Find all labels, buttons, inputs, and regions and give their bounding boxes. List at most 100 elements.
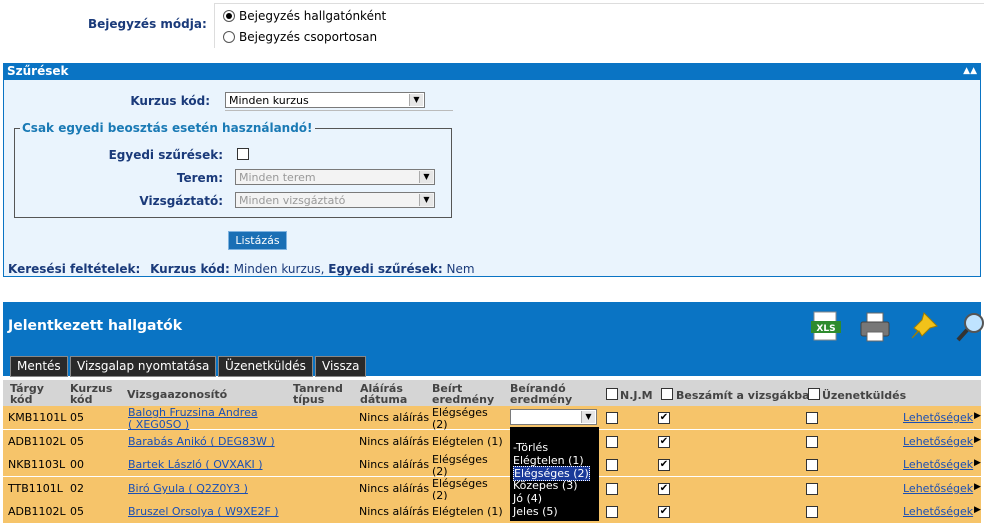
- chevron-down-icon[interactable]: ▼: [419, 171, 433, 183]
- course-select-value: Minden kurzus: [229, 94, 309, 107]
- custom-filter-label: Egyedi szűrések:: [108, 148, 223, 162]
- njm-checkbox[interactable]: [606, 459, 618, 471]
- cell-subject: ADB1102L: [8, 505, 66, 518]
- play-right-icon[interactable]: ▶: [974, 505, 981, 515]
- th-course: Kurzus kód: [70, 382, 113, 406]
- cell-subject: KMB1101L: [8, 411, 67, 424]
- th-count-in-exams: Beszámít a vizsgákba: [676, 389, 810, 402]
- count-all-checkbox[interactable]: [661, 388, 673, 400]
- radio-group[interactable]: [223, 31, 235, 43]
- fieldset-legend: Csak egyedi beosztás esetén használandó!: [20, 121, 315, 135]
- custom-filter-checkbox[interactable]: [237, 148, 249, 160]
- message-checkbox[interactable]: [806, 483, 818, 495]
- message-checkbox[interactable]: [806, 436, 818, 448]
- student-link[interactable]: Barabás Anikó ( DEG83W ): [128, 435, 275, 448]
- th-njm: N.J.M: [620, 389, 653, 402]
- play-right-icon[interactable]: ▶: [974, 482, 981, 492]
- grid-title: Jelentkezett hallgatók: [8, 318, 183, 334]
- criteria-course-label: Kurzus kód:: [150, 262, 230, 276]
- chevron-down-icon[interactable]: ▼: [419, 194, 433, 206]
- count-checkbox[interactable]: ✔: [658, 483, 670, 495]
- result-option[interactable]: -Törlés: [513, 441, 548, 454]
- tab-save[interactable]: Mentés: [10, 356, 68, 377]
- cell-sign-date: Nincs aláírás: [359, 435, 430, 448]
- cell-entered-result: Elégtelen (1): [432, 505, 503, 518]
- criteria-custom-label: Egyedi szűrések:: [328, 262, 443, 276]
- course-select[interactable]: Minden kurzus ▼: [225, 92, 425, 108]
- njm-checkbox[interactable]: [606, 412, 618, 424]
- list-button[interactable]: Listázás: [228, 231, 287, 250]
- chevron-down-icon[interactable]: ▼: [581, 411, 595, 423]
- tab-print-exam-sheet[interactable]: Vizsgalap nyomtatása: [70, 356, 217, 377]
- filter-panel-header[interactable]: Szűrések ▲▲: [3, 63, 981, 80]
- options-link[interactable]: Lehetőségek: [903, 505, 973, 518]
- cell-subject: ADB1102L: [8, 435, 66, 448]
- xls-icon-text: XLS: [816, 324, 835, 334]
- options-link[interactable]: Lehetőségek: [903, 458, 973, 471]
- cell-sign-date: Nincs aláírás: [359, 482, 430, 495]
- examiner-select-value: Minden vizsgáztató: [239, 194, 346, 207]
- njm-all-checkbox[interactable]: [606, 388, 618, 400]
- mode-option-individual[interactable]: Bejegyzés hallgatónként: [223, 9, 386, 23]
- result-option[interactable]: Jeles (5): [513, 505, 558, 518]
- result-option[interactable]: Jó (4): [513, 492, 542, 505]
- cell-course: 05: [70, 411, 84, 424]
- tab-message[interactable]: Üzenetküldés: [218, 356, 313, 377]
- tab-back[interactable]: Vissza: [315, 356, 367, 377]
- mode-option-group-label: Bejegyzés csoportosan: [239, 30, 378, 44]
- th-to-enter-result: Beírandó eredmény: [510, 382, 573, 406]
- cell-subject: TTB1101L: [8, 482, 63, 495]
- count-checkbox[interactable]: ✔: [658, 412, 670, 424]
- count-checkbox[interactable]: ✔: [658, 436, 670, 448]
- play-right-icon[interactable]: ▶: [974, 411, 981, 421]
- play-right-icon[interactable]: ▶: [974, 435, 981, 445]
- cell-course: 02: [70, 482, 84, 495]
- course-divider: [225, 110, 453, 111]
- cell-course: 05: [70, 435, 84, 448]
- result-select-open[interactable]: ▼: [510, 409, 597, 425]
- radio-individual[interactable]: [223, 10, 235, 22]
- criteria-label: Keresési feltételek:: [8, 262, 141, 276]
- th-exam-id[interactable]: Vizsgaazonosító: [127, 389, 227, 400]
- options-link[interactable]: Lehetőségek: [903, 411, 973, 424]
- count-checkbox[interactable]: ✔: [658, 506, 670, 518]
- mode-option-group[interactable]: Bejegyzés csoportosan: [223, 30, 377, 44]
- pin-icon[interactable]: [906, 310, 940, 344]
- course-label: Kurzus kód:: [130, 94, 210, 108]
- result-dropdown-list: -Törlés Elégtelen (1) Elégséges (2) Köze…: [510, 427, 599, 521]
- double-chevron-up-icon[interactable]: ▲▲: [959, 63, 977, 80]
- th-schedule: Tanrend típus: [293, 382, 343, 406]
- print-icon[interactable]: [858, 310, 892, 344]
- result-option[interactable]: Közepes (3): [513, 479, 578, 492]
- criteria-custom-value: Nem: [446, 262, 475, 276]
- play-right-icon[interactable]: ▶: [974, 458, 981, 468]
- student-link[interactable]: Bruszel Orsolya ( W9XE2F ): [128, 505, 279, 518]
- mode-options: Bejegyzés hallgatónként Bejegyzés csopor…: [214, 3, 984, 48]
- options-link[interactable]: Lehetőségek: [903, 482, 973, 495]
- cell-course: 05: [70, 505, 84, 518]
- njm-checkbox[interactable]: [606, 436, 618, 448]
- message-all-checkbox[interactable]: [808, 388, 820, 400]
- xls-export-icon[interactable]: XLS: [810, 310, 844, 344]
- options-link[interactable]: Lehetőségek: [903, 435, 973, 448]
- examiner-label: Vizsgáztató:: [139, 194, 223, 208]
- student-link[interactable]: Biró Gyula ( Q2Z0Y3 ): [128, 482, 248, 495]
- chevron-down-icon[interactable]: ▼: [409, 94, 423, 106]
- njm-checkbox[interactable]: [606, 483, 618, 495]
- count-checkbox[interactable]: ✔: [658, 459, 670, 471]
- mode-option-individual-label: Bejegyzés hallgatónként: [239, 9, 387, 23]
- student-link[interactable]: Bartek László ( OVXAKI ): [128, 458, 263, 471]
- examiner-select[interactable]: Minden vizsgáztató ▼: [235, 192, 435, 208]
- room-label: Terem:: [176, 171, 223, 185]
- message-checkbox[interactable]: [806, 412, 818, 424]
- message-checkbox[interactable]: [806, 459, 818, 471]
- filter-panel-title: Szűrések: [7, 64, 69, 78]
- cell-course: 00: [70, 458, 84, 471]
- cell-sign-date: Nincs aláírás: [359, 505, 430, 518]
- room-select-value: Minden terem: [239, 171, 316, 184]
- room-select[interactable]: Minden terem ▼: [235, 169, 435, 185]
- search-icon[interactable]: [954, 310, 985, 344]
- message-checkbox[interactable]: [806, 506, 818, 518]
- cell-entered-result: Elégtelen (1): [432, 435, 503, 448]
- njm-checkbox[interactable]: [606, 506, 618, 518]
